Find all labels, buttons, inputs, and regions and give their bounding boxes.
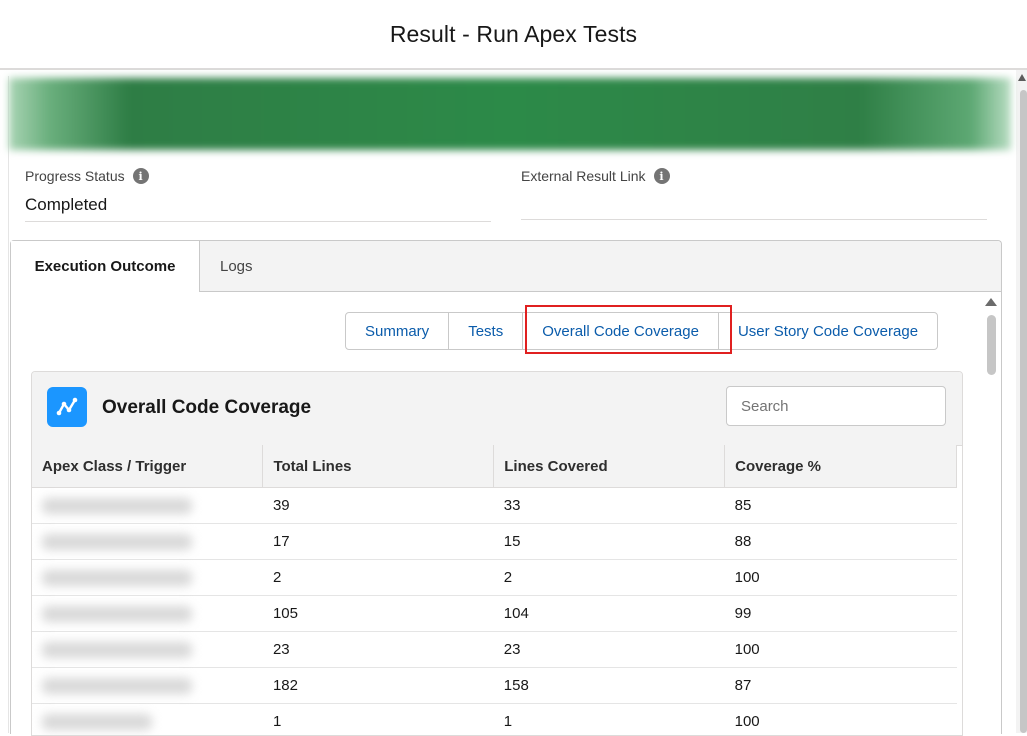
panel-scrollbar[interactable] [983, 291, 997, 734]
lines-covered-cell: 15 [494, 524, 725, 560]
apex-class-cell [32, 596, 263, 632]
modal-header: Result - Run Apex Tests [0, 0, 1027, 70]
overall-code-coverage-button[interactable]: Overall Code Coverage [523, 313, 719, 349]
table-row: 1 1 100 [32, 704, 957, 736]
coverage-pct-cell: 88 [725, 524, 957, 560]
tab-execution-outcome[interactable]: Execution Outcome [11, 241, 200, 292]
tab-logs[interactable]: Logs [220, 241, 253, 291]
coverage-pct-cell: 100 [725, 560, 957, 596]
coverage-pct-cell: 85 [725, 488, 957, 524]
lines-covered-cell: 158 [494, 668, 725, 704]
scroll-up-arrow-icon[interactable] [1018, 74, 1026, 81]
lines-covered-cell: 2 [494, 560, 725, 596]
apex-class-cell [32, 488, 263, 524]
lines-covered-cell: 1 [494, 704, 725, 736]
lines-covered-cell: 23 [494, 632, 725, 668]
coverage-pct-cell: 99 [725, 596, 957, 632]
table-header-row: Apex Class / Trigger Total Lines Lines C… [32, 445, 957, 488]
total-lines-cell: 1 [263, 704, 494, 736]
total-lines-cell: 39 [263, 488, 494, 524]
apex-class-cell [32, 632, 263, 668]
scroll-up-arrow-icon[interactable] [985, 298, 997, 306]
total-lines-cell: 2 [263, 560, 494, 596]
coverage-pct-cell: 100 [725, 632, 957, 668]
coverage-table: Apex Class / Trigger Total Lines Lines C… [32, 445, 957, 736]
column-header-apex-class[interactable]: Apex Class / Trigger [32, 445, 263, 488]
user-story-code-coverage-button[interactable]: User Story Code Coverage [719, 313, 937, 349]
apex-class-cell [32, 668, 263, 704]
progress-status-field: Progress Status i Completed [25, 168, 491, 222]
column-header-coverage-pct[interactable]: Coverage % [725, 445, 957, 488]
summary-button[interactable]: Summary [346, 313, 449, 349]
progress-status-label: Progress Status [25, 168, 125, 184]
scrollbar-thumb[interactable] [987, 315, 996, 375]
table-row: 39 33 85 [32, 488, 957, 524]
total-lines-cell: 17 [263, 524, 494, 560]
coverage-pct-cell: 100 [725, 704, 957, 736]
page-title: Result - Run Apex Tests [390, 21, 637, 48]
external-result-link-label: External Result Link [521, 168, 646, 184]
column-header-total-lines[interactable]: Total Lines [263, 445, 494, 488]
coverage-pct-cell: 87 [725, 668, 957, 704]
apex-class-cell [32, 524, 263, 560]
outcome-tabset: Execution Outcome Logs Summary Tests Ove… [10, 240, 1002, 734]
table-row: 2 2 100 [32, 560, 957, 596]
overall-code-coverage-card: Overall Code Coverage Apex Class / Trigg… [31, 371, 963, 736]
table-row: 17 15 88 [32, 524, 957, 560]
status-banner-redacted [9, 78, 1011, 150]
redacted-text [42, 642, 192, 658]
lines-covered-cell: 33 [494, 488, 725, 524]
chart-line-icon [47, 387, 87, 427]
column-header-lines-covered[interactable]: Lines Covered [494, 445, 725, 488]
redacted-text [42, 678, 192, 694]
redacted-text [42, 606, 192, 622]
progress-status-value: Completed [25, 195, 491, 217]
apex-class-cell [32, 704, 263, 736]
external-result-link-value[interactable] [521, 195, 987, 217]
table-row: 182 158 87 [32, 668, 957, 704]
info-icon[interactable]: i [133, 168, 149, 184]
redacted-text [42, 534, 192, 550]
card-title: Overall Code Coverage [102, 397, 311, 419]
card-header: Overall Code Coverage [32, 372, 962, 446]
total-lines-cell: 182 [263, 668, 494, 704]
table-row: 105 104 99 [32, 596, 957, 632]
redacted-text [42, 714, 152, 730]
total-lines-cell: 105 [263, 596, 494, 632]
redacted-text [42, 570, 192, 586]
coverage-button-group: Summary Tests Overall Code Coverage User… [345, 312, 938, 350]
tab-bar: Execution Outcome Logs [11, 241, 1001, 292]
redacted-text [42, 498, 192, 514]
lines-covered-cell: 104 [494, 596, 725, 632]
page-scrollbar[interactable] [1016, 70, 1027, 733]
table-row: 23 23 100 [32, 632, 957, 668]
tests-button[interactable]: Tests [449, 313, 523, 349]
field-underline [521, 219, 987, 220]
info-icon[interactable]: i [654, 168, 670, 184]
total-lines-cell: 23 [263, 632, 494, 668]
apex-class-cell [32, 560, 263, 596]
field-underline [25, 221, 491, 222]
scrollbar-thumb[interactable] [1020, 90, 1027, 733]
search-input[interactable] [726, 386, 946, 426]
external-result-link-field: External Result Link i [521, 168, 987, 220]
